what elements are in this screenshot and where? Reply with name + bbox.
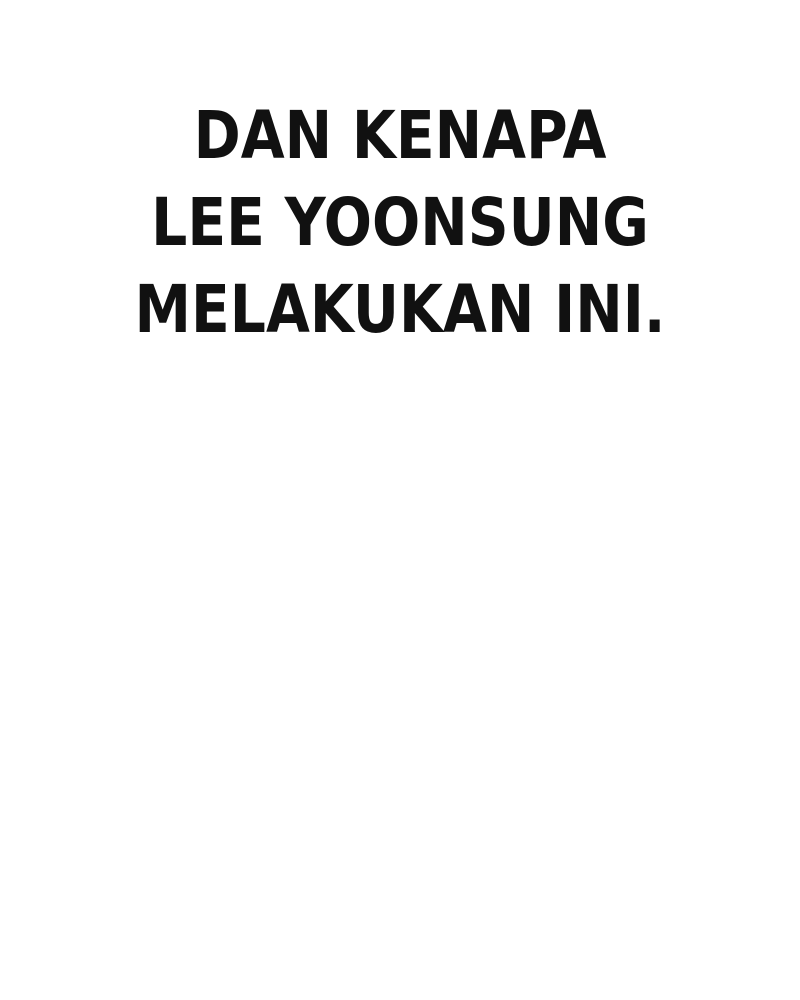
caption-text: DAN KENAPA LEE YOONSUNG MELAKUKAN INI. xyxy=(56,92,744,353)
comic-panel: DAN KENAPA LEE YOONSUNG MELAKUKAN INI. xyxy=(0,0,800,1000)
caption-line-3: MELAKUKAN INI. xyxy=(134,271,666,348)
caption-line-1: DAN KENAPA xyxy=(193,97,607,174)
caption-line-2: LEE YOONSUNG xyxy=(151,184,649,261)
